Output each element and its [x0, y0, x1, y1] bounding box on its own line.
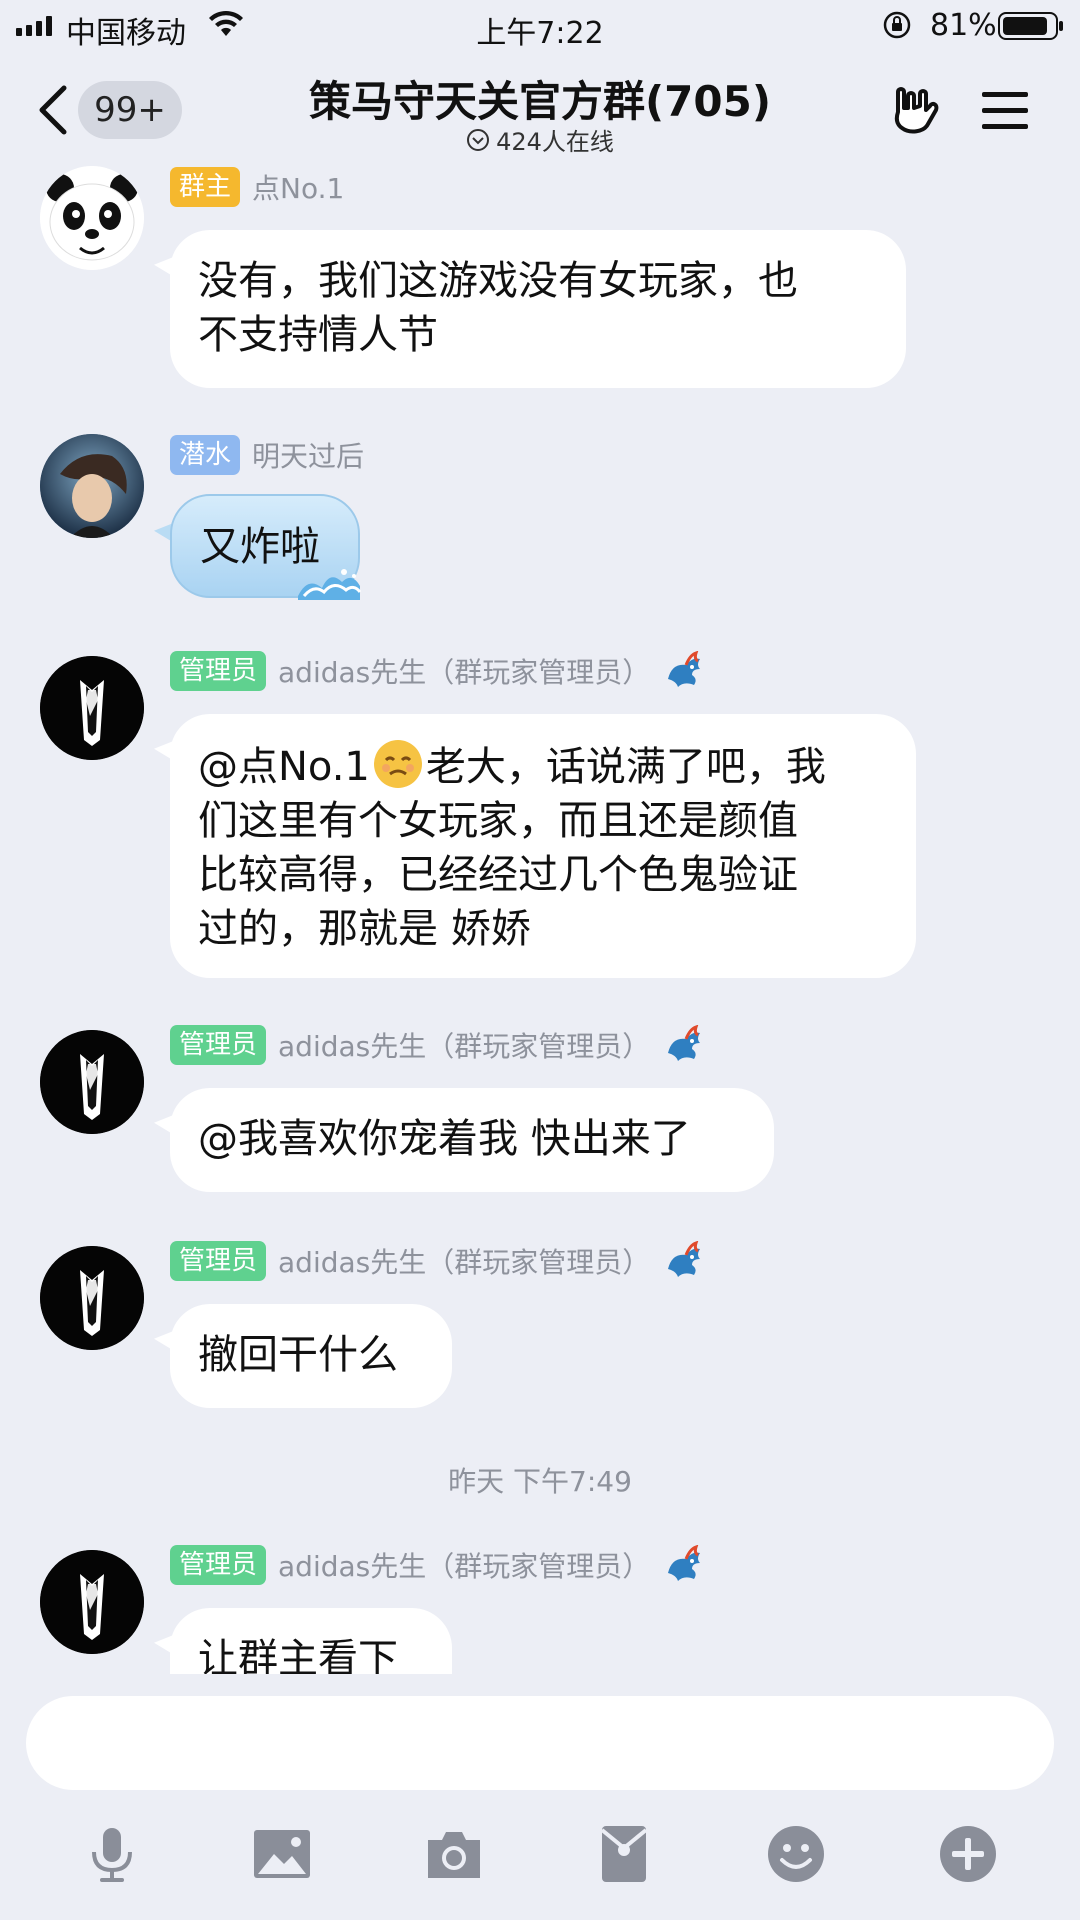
- image-icon[interactable]: [252, 1824, 312, 1884]
- camera-icon[interactable]: [424, 1824, 484, 1884]
- status-bar: 中国移动 上午7:22 81%: [0, 0, 1080, 54]
- message-meta: 潜水 明天过后: [170, 434, 364, 476]
- role-badge: 潜水: [170, 435, 241, 475]
- sweating-face-emoji-icon: [373, 740, 422, 788]
- message-bubble[interactable]: 没有，我们这游戏没有女玩家，也 不支持情人节: [170, 230, 906, 388]
- emoji-icon[interactable]: [766, 1824, 826, 1884]
- suit-avatar[interactable]: [40, 1246, 144, 1350]
- message-bubble[interactable]: 撤回干什么: [170, 1304, 452, 1408]
- message-meta: 群主 点No.1: [170, 166, 344, 208]
- message-input[interactable]: [26, 1696, 1054, 1790]
- time-separator: 昨天 下午7:49: [448, 1465, 632, 1498]
- role-badge: 管理员: [170, 1241, 267, 1281]
- suit-avatar[interactable]: [40, 656, 144, 760]
- message-bubble[interactable]: @点No.1 老大，话说满了吧，我 们这里有个女玩家，而且还是颜值 比较高得，已经…: [170, 714, 916, 978]
- rock-hand-icon[interactable]: [888, 84, 942, 136]
- role-badge: 群主: [170, 167, 241, 207]
- sender-name[interactable]: adidas先生（群玩家管理员）: [278, 1241, 650, 1281]
- plus-icon[interactable]: [938, 1824, 998, 1884]
- role-badge: 管理员: [170, 1025, 267, 1065]
- role-badge: 管理员: [170, 651, 267, 691]
- message-bubble[interactable]: 又炸啦: [170, 494, 362, 600]
- chevron-circle-icon: [467, 128, 490, 151]
- battery-icon: [998, 12, 1063, 40]
- dragon-level-icon: [668, 1545, 701, 1581]
- message-meta: 管理员 adidas先生（群玩家管理员）: [170, 650, 706, 692]
- sender-name[interactable]: adidas先生（群玩家管理员）: [278, 1545, 650, 1585]
- menu-icon[interactable]: [980, 88, 1030, 132]
- online-count: 424人在线: [496, 128, 614, 156]
- wave-decoration-icon: [298, 569, 362, 600]
- anime-avatar[interactable]: [40, 434, 144, 538]
- input-panel: [0, 1674, 1080, 1920]
- suit-avatar[interactable]: [40, 1550, 144, 1654]
- dragon-level-icon: [668, 1241, 701, 1277]
- suit-avatar[interactable]: [40, 1030, 144, 1134]
- battery-percent: 81%: [930, 8, 997, 43]
- message-bubble[interactable]: @我喜欢你宠着我 快出来了: [170, 1088, 774, 1192]
- panda-avatar[interactable]: [40, 166, 144, 270]
- chat-header: 99+ 策马守天关官方群(705) 424人在线: [0, 54, 1080, 166]
- message-meta: 管理员 adidas先生（群玩家管理员）: [170, 1240, 706, 1282]
- sender-name[interactable]: 明天过后: [252, 435, 364, 475]
- sender-name[interactable]: adidas先生（群玩家管理员）: [278, 1025, 650, 1065]
- red-packet-icon[interactable]: [594, 1824, 654, 1884]
- dragon-level-icon: [668, 651, 701, 687]
- status-time: 上午7:22: [476, 16, 604, 51]
- message-list[interactable]: 群主 点No.1 没有，我们这游戏没有女玩家，也 不支持情人节 潜水 明天过后 …: [0, 166, 1080, 1674]
- dragon-level-icon: [668, 1025, 701, 1061]
- sender-name[interactable]: adidas先生（群玩家管理员）: [278, 651, 650, 691]
- message-meta: 管理员 adidas先生（群玩家管理员）: [170, 1024, 706, 1066]
- role-badge: 管理员: [170, 1545, 267, 1585]
- message-meta: 管理员 adidas先生（群玩家管理员）: [170, 1544, 706, 1586]
- sender-name[interactable]: 点No.1: [252, 167, 344, 207]
- microphone-icon[interactable]: [82, 1824, 142, 1884]
- rotation-lock-icon: [883, 11, 911, 39]
- message-bubble[interactable]: 让群主看下: [170, 1608, 452, 1674]
- message-mention[interactable]: @点No.1: [198, 744, 370, 790]
